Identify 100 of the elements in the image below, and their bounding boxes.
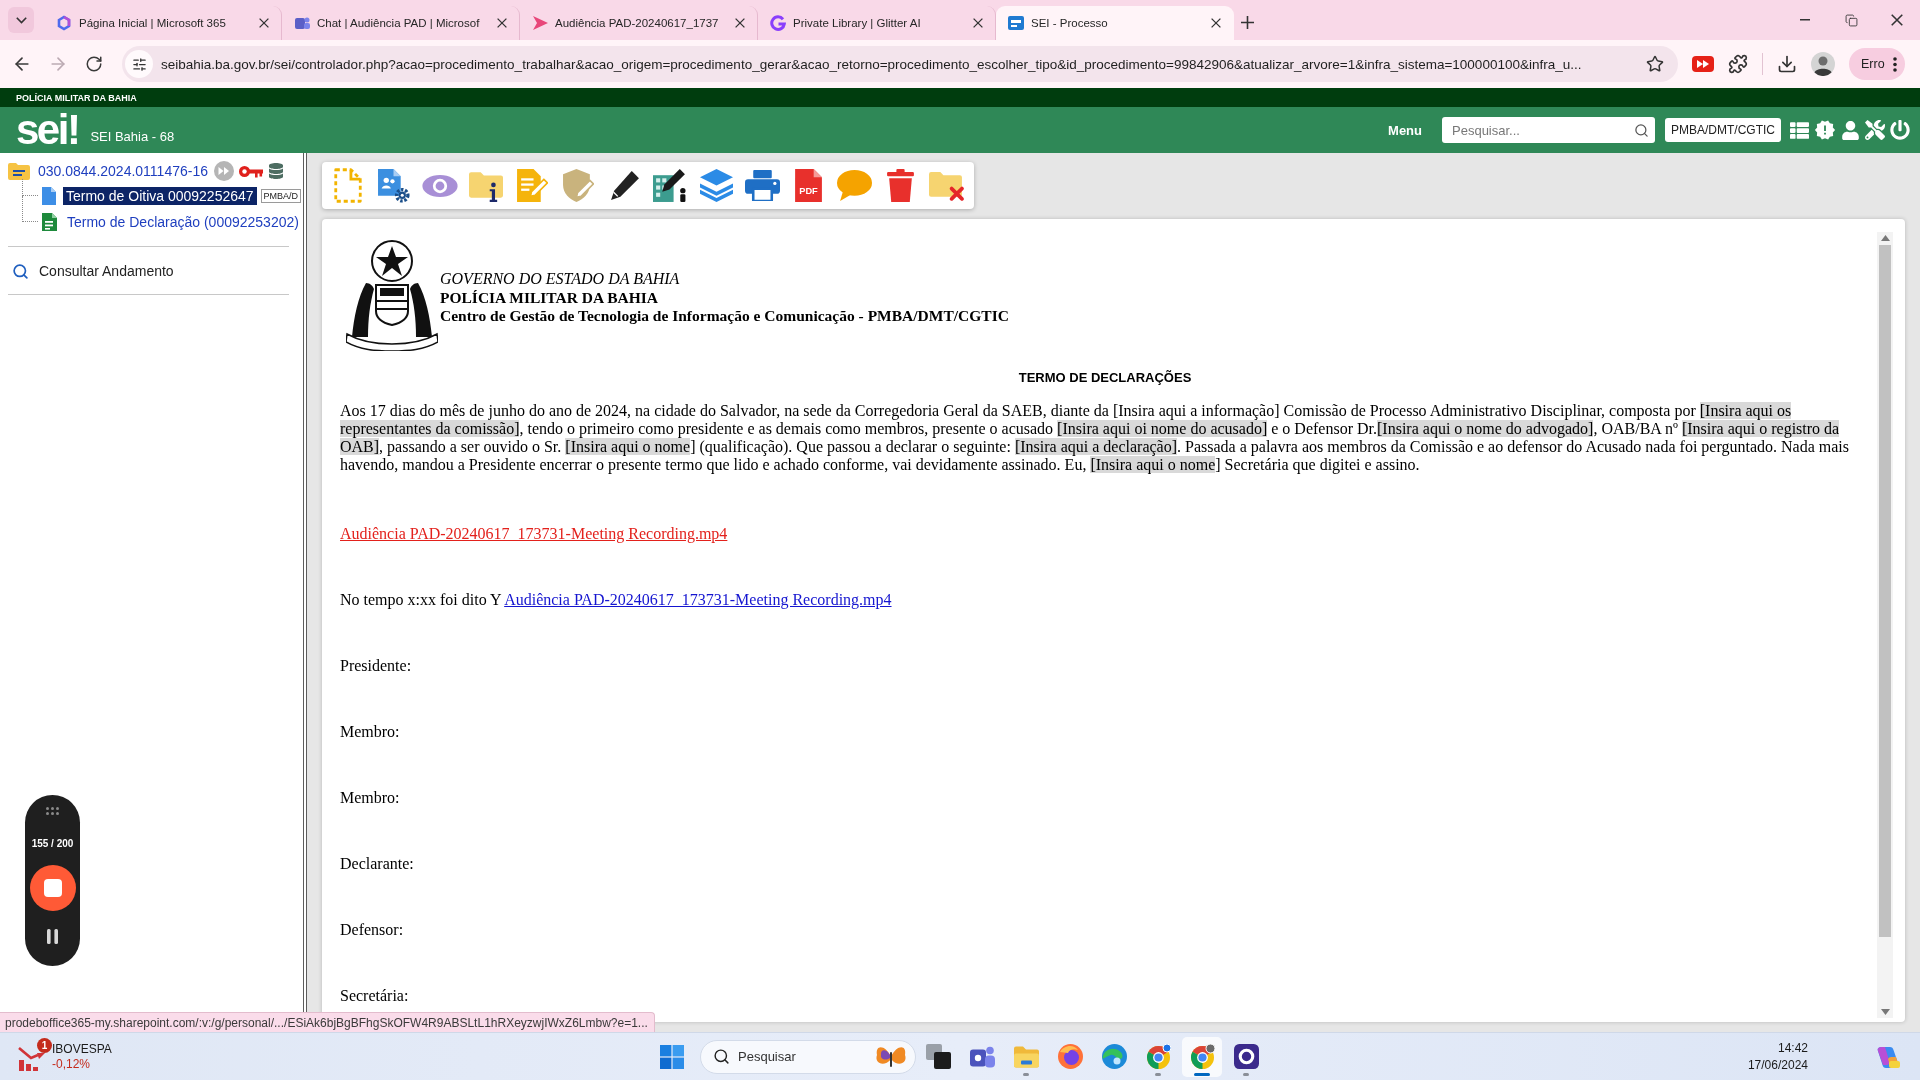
search-field[interactable]: Pesquisar... [1442,117,1655,143]
pause-button[interactable] [47,929,58,944]
letterhead-line: GOVERNO DO ESTADO DA BAHIA [440,270,681,289]
clock-time: 14:42 [1777,1039,1808,1057]
app-name: SEI Bahia - 68 [90,129,175,144]
folder-icon [1013,1044,1039,1069]
search-icon [12,262,29,280]
scrollbar-thumb[interactable] [1879,245,1891,937]
pdf-document-icon[interactable]: PDF [794,169,822,202]
tile-logo-icon [1008,15,1024,31]
clock-date: 17/06/2024 [1747,1056,1808,1074]
close-icon [973,18,983,28]
search-icon[interactable] [1634,122,1649,138]
notification-badge: 1 [37,1037,52,1053]
pen-icon[interactable] [608,170,640,201]
folder-icon[interactable] [8,162,30,180]
taskbar-search-field[interactable]: Pesquisar [700,1039,916,1074]
stop-icon [43,879,62,897]
site-info-button[interactable] [125,50,153,78]
knot-logo-icon [56,15,72,31]
caret-icon [15,16,27,24]
fast-forward-tile-icon[interactable] [1692,56,1714,72]
close-icon [497,18,507,28]
widget-change: -0,12% [52,1056,92,1072]
declaration-paragraph: Aos 17 dias do mês de junho do ano de 2024, na cidade do Salvador, na sede da Corregedoria Geral da SAEB, diante da [Insira aqui a informação] Comissão de Processo Administrativo Disciplinar, composta por [Insira aqui os representantes da comissão], tendo o primeiro como presidente e as demais como membros, presente o acusado [Insira aqui oi nome do acusado] e o Defensor Dr.[Insira aqui o nome do advogado], OAB/BA nº [Insira aqui o registro da OAB], passando a ser ouvido o Sr. [Insira aqui o nome] (qualificação). Que passou a declarar o seguinte: [Insira aqui a declaração]. Passada a palavra aos membros da Comissão e ao defensor do Acusado nada foi perguntado. Nada mais havendo, mandou a Presidente encerrar o presente termo que lido e achado conforme, vai devidamente assinado. Eu, [Insira aqui o nome] Secretária que digitei e assino. [340,402,1850,474]
statement-text: No tempo x:xx foi dito Y Audiência PAD-20240617_173731-Meeting Recording.mp4 [340,591,892,609]
widget-title: IBOVESPA [52,1041,112,1057]
download-icon[interactable] [1777,54,1797,74]
printer-icon[interactable] [744,170,780,201]
pause-icon [47,929,58,944]
scrollbar[interactable] [1877,232,1893,1018]
unit-button[interactable]: PMBA/DMT/CGTIC [1665,118,1781,142]
close-icon [1891,14,1903,26]
recording-link[interactable]: Audiência PAD-20240617_173731-Meeting Recording.mp4 [340,525,728,542]
process-number-link[interactable]: 030.0844.2024.0111476-16 [38,163,208,179]
tools-icon[interactable] [1865,120,1885,140]
kebab-menu-icon [1892,56,1897,72]
list-icon[interactable] [1790,120,1809,140]
ring-browser-icon [1145,1044,1171,1069]
g-shaped-logo-icon [770,15,786,31]
app-tile-icon [1233,1044,1259,1069]
avatar-icon[interactable] [1811,52,1835,76]
banner-title: POLÍCIA MILITAR DA BAHIA [16,92,137,103]
folder-info-icon[interactable] [469,169,503,202]
document-gear-icon[interactable] [378,168,410,203]
play-logo-icon [532,15,548,31]
people-tile-icon [969,1044,995,1069]
close-icon [735,18,745,28]
lined-document-icon[interactable] [42,213,57,231]
ring-browser-icon [1189,1044,1215,1069]
trash-icon[interactable] [886,169,914,202]
signature-label: Defensor: [340,921,404,939]
wave-circle-icon [1101,1044,1127,1069]
consult-history-link[interactable]: Consultar Andamento [8,259,174,283]
tune-icon [131,56,147,72]
eye-icon[interactable] [422,174,458,197]
search-icon [713,1048,730,1065]
unit-tag: PMBA/D [260,189,302,203]
browser-tab[interactable]: SEI - Processo [996,6,1234,40]
recording-link[interactable]: Audiência PAD-20240617_173731-Meeting Recording.mp4 [504,591,892,608]
swirl-logo-icon[interactable] [1876,1044,1900,1069]
alert-badge-icon[interactable] [1814,119,1836,141]
document-title: TERMO DE DECLARAÇÕES [1017,370,1193,386]
user-icon[interactable] [1841,120,1860,140]
database-icon[interactable] [268,163,284,179]
restore-icon [1844,13,1858,27]
minimize-icon [1800,19,1810,21]
tab-list-button[interactable] [8,7,34,33]
puzzle-icon[interactable] [1728,54,1748,74]
overlapping-squares-icon [925,1044,951,1069]
recording-counter: 155 / 200 [31,838,74,849]
drag-handle-icon[interactable] [46,807,59,815]
scroll-down-arrow-icon[interactable] [1880,1009,1890,1015]
profile-error-button[interactable]: Erro [1849,48,1905,80]
document-link[interactable]: Termo de Declaração (00092253202) [64,213,302,231]
building-pen-icon[interactable] [652,169,688,202]
scroll-up-arrow-icon[interactable] [1880,235,1890,241]
star-icon[interactable] [1646,55,1664,73]
letterhead-line: Centro de Gestão de Tecnologia de Informação e Comunicação - PMBA/DMT/CGTIC [440,307,1009,326]
people-tile-icon [294,15,310,31]
layers-icon[interactable] [699,169,733,202]
close-icon [1211,18,1221,28]
plus-icon [1240,15,1254,29]
menu-link[interactable]: Menu [1388,122,1422,138]
key-icon[interactable] [239,164,263,178]
power-icon[interactable] [1890,120,1910,140]
signature-label: Presidente: [340,657,412,675]
document-icon[interactable] [42,187,56,205]
signature-label: Secretária: [340,987,409,1005]
flame-globe-icon [1057,1044,1083,1069]
folder-x-icon[interactable] [928,170,964,201]
close-icon [259,18,269,28]
signature-label: Membro: [340,723,400,741]
address-bar[interactable]: seibahia.ba.gov.br/sei/controlador.php?acao=procedimento_trabalhar&acao_origem=procedimento_gerar&acao_retorno=procedimento_escolher_tipo&id_procedimento=99842906&atualizar_arvore=1&infra_sistema=100000100&infra_u... [122,46,1678,82]
letterhead-line: POLÍCIA MILITAR DA BAHIA [440,288,660,308]
reload-icon [85,55,103,73]
stop-button[interactable] [29,865,76,911]
document-link[interactable]: Termo de Oitiva 00092252647 [63,187,257,205]
link-status-url: prodeboffice365-my.sharepoint.com/:v:/g/personal/.../ESiAk6bjBgBFhgSkOFW4R9ABSLtL1hRXeyzwjIWxZ6Lmbw?e=1... [0,1012,655,1032]
signature-label: Declarante: [340,855,414,873]
